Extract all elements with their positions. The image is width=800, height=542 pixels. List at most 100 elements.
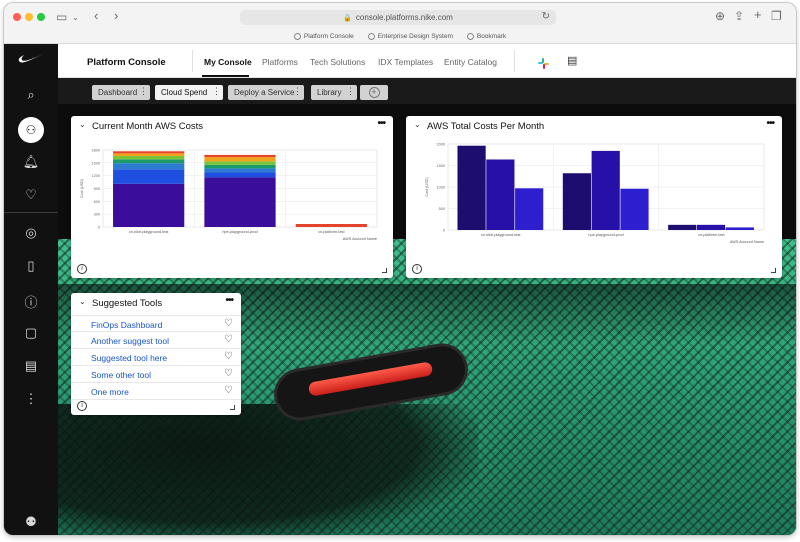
minimize-window-button[interactable] — [25, 13, 33, 21]
bar-segment — [204, 161, 276, 165]
card-header: ⌄ Suggested Tools ••• — [71, 293, 241, 311]
y-tick-label: 1500 — [437, 164, 445, 168]
card-aws-total-costs-per-month: ⌄ AWS Total Costs Per Month ••• 0 500 1000… — [406, 116, 782, 278]
chat-icon[interactable]: ▢ — [4, 325, 58, 341]
bar-segment — [204, 172, 276, 178]
bar-segment — [113, 183, 185, 227]
book-icon[interactable]: ▯ — [4, 258, 58, 274]
chevron-down-icon[interactable]: ⌄ — [414, 120, 421, 129]
bookmark-enterprise-design-system[interactable]: Enterprise Design System — [367, 30, 453, 42]
card-menu-icon[interactable]: ••• — [766, 118, 774, 129]
bar — [515, 188, 544, 230]
tab-menu-icon[interactable]: ⋮ — [212, 86, 221, 97]
more-icon[interactable]: ⋮ — [4, 391, 58, 407]
nike-logo-icon[interactable] — [4, 52, 58, 67]
current-month-cost-chart: 0 300 600 900 1200 1500 1800 Cost (USD) cn-nike-… — [80, 149, 378, 241]
nav-tech-solutions[interactable]: Tech Solutions — [310, 57, 365, 67]
bar-segment — [204, 164, 276, 169]
tool-link[interactable]: One more — [91, 387, 129, 397]
bar-segment — [204, 177, 276, 227]
x-tick-label: cn-platform-test — [698, 233, 725, 237]
card-title: AWS Total Costs Per Month — [427, 121, 545, 132]
chevron-down-icon[interactable]: ⌄ — [79, 297, 86, 306]
tool-link[interactable]: FinOps Dashboard — [91, 320, 162, 330]
info-icon[interactable]: i — [412, 264, 422, 274]
user-settings-icon[interactable]: ⚉ — [4, 514, 58, 530]
user-check-icon[interactable]: ⚇ — [18, 117, 44, 143]
download-icon[interactable]: ⊕ — [715, 10, 725, 22]
x-tick-label: hpe-playground-prod — [588, 233, 623, 237]
tool-link[interactable]: Some other tool — [91, 370, 151, 380]
y-tick-label: 2000 — [437, 143, 445, 147]
favorite-heart-icon[interactable]: ♡ — [224, 334, 233, 345]
resize-handle-icon[interactable] — [230, 405, 235, 410]
tab-overview-icon[interactable]: ❐ — [771, 10, 782, 22]
favorite-heart-icon[interactable]: ♡ — [224, 318, 233, 329]
top-navigation: Platform Console My Console Platforms Te… — [58, 44, 796, 78]
add-tab-button[interactable]: + — [360, 85, 388, 100]
sidebar-divider — [4, 212, 58, 213]
tab-cloud-spend[interactable]: Cloud Spend ⋮ — [155, 85, 223, 100]
bookmark-generic[interactable]: Bookmark — [466, 30, 506, 42]
info-icon[interactable]: i — [77, 401, 87, 411]
nav-platforms[interactable]: Platforms — [262, 57, 298, 67]
bar-segment — [113, 151, 185, 154]
heart-icon[interactable]: ♡ — [4, 187, 58, 203]
nav-my-console[interactable]: My Console — [204, 57, 252, 67]
resize-handle-icon[interactable] — [771, 268, 776, 273]
list-item: Another suggest tool ♡ — [71, 332, 241, 349]
address-bar[interactable]: 🔒 console.platforms.nike.com ↻ — [240, 10, 556, 25]
info-icon[interactable]: i — [77, 264, 87, 274]
zoom-window-button[interactable] — [37, 13, 45, 21]
favorite-heart-icon[interactable]: ♡ — [224, 368, 233, 379]
help-icon[interactable]: ⓘ — [4, 292, 58, 311]
favorite-heart-icon[interactable]: ♡ — [224, 351, 233, 362]
tab-library[interactable]: Library ⋮ — [311, 85, 357, 100]
resize-handle-icon[interactable] — [382, 268, 387, 273]
bell-icon[interactable]: 🔔︎ — [4, 154, 58, 170]
nav-idx-templates[interactable]: IDX Templates — [378, 57, 433, 67]
compass-icon[interactable]: ◎ — [4, 225, 58, 241]
y-axis-label: Cost (USD) — [80, 178, 84, 198]
sidebar-toggle-icon[interactable]: ▭ — [56, 11, 67, 23]
share-icon[interactable]: ⇪ — [734, 10, 744, 22]
tab-menu-icon[interactable]: ⋮ — [346, 86, 355, 97]
new-tab-icon[interactable]: + — [754, 8, 762, 21]
close-window-button[interactable] — [13, 13, 21, 21]
list-item: FinOps Dashboard ♡ — [71, 315, 241, 332]
card-menu-icon[interactable]: ••• — [225, 295, 233, 306]
tool-link[interactable]: Another suggest tool — [91, 336, 169, 346]
tab-menu-icon[interactable]: ⋮ — [293, 86, 302, 97]
list-item: Some other tool ♡ — [71, 366, 241, 383]
card-current-month-aws-costs: ⌄ Current Month AWS Costs ••• 0 300 600 900… — [71, 116, 393, 278]
globe-icon — [293, 32, 301, 40]
app-sidebar: ⌕ ⚇ 🔔︎ ♡ ◎ ▯ ⓘ ▢ ▤ ⋮ ⚉ — [4, 44, 58, 535]
y-tick-label: 500 — [439, 207, 445, 211]
reload-icon[interactable]: ↻ — [542, 11, 550, 22]
bar-segment — [295, 224, 367, 227]
tab-menu-icon[interactable]: ⋮ — [139, 86, 148, 97]
search-icon[interactable]: ⌕ — [4, 87, 58, 103]
nav-active-indicator — [202, 75, 249, 77]
notes-icon[interactable]: ▤ — [567, 54, 577, 67]
tab-deploy-service[interactable]: Deploy a Service ⋮ — [228, 85, 304, 100]
globe-icon — [367, 32, 375, 40]
bar-segment — [113, 155, 185, 160]
notes-icon[interactable]: ▤ — [4, 358, 58, 374]
tab-dashboard[interactable]: Dashboard ⋮ — [92, 85, 150, 100]
tool-link[interactable]: Suggested tool here — [91, 353, 167, 363]
bookmark-platform-console[interactable]: Platform Console — [293, 30, 354, 42]
nav-entity-catalog[interactable]: Entity Catalog — [444, 57, 497, 67]
forward-icon[interactable]: › — [114, 9, 118, 22]
lock-icon: 🔒 — [343, 14, 352, 22]
slack-icon[interactable] — [538, 56, 549, 74]
x-tick-label: cn-platform-test — [318, 230, 345, 234]
favorite-heart-icon[interactable]: ♡ — [224, 385, 233, 396]
chevron-down-icon[interactable]: ⌄ — [72, 12, 79, 24]
y-tick-label: 0 — [98, 226, 100, 230]
brand-title[interactable]: Platform Console — [87, 57, 166, 68]
back-icon[interactable]: ‹ — [94, 9, 98, 22]
card-suggested-tools: ⌄ Suggested Tools ••• FinOps Dashboard ♡… — [71, 293, 241, 415]
chevron-down-icon[interactable]: ⌄ — [79, 120, 86, 129]
card-menu-icon[interactable]: ••• — [377, 118, 385, 129]
